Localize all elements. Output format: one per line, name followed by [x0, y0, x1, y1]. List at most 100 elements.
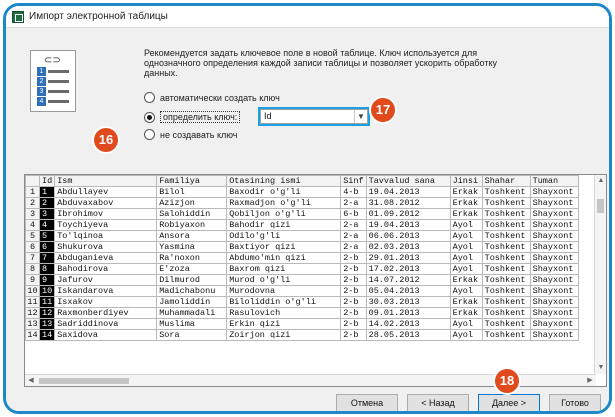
table-cell: To'lqinoa: [54, 230, 158, 242]
next-button[interactable]: Далее >: [478, 394, 540, 411]
radio-none[interactable]: [144, 129, 155, 140]
table-cell: 19.04.2013: [365, 219, 451, 231]
row-number-cell: 13: [25, 318, 40, 330]
table-cell: Ayol: [449, 318, 483, 330]
option-define[interactable]: определить ключ:: [144, 111, 241, 123]
table-cell: Toshkent: [481, 274, 531, 286]
table-cell: 2-b: [340, 263, 367, 275]
cancel-button[interactable]: Отмена: [336, 394, 398, 411]
column-header[interactable]: Sinf: [340, 175, 367, 187]
id-cell: 13: [38, 318, 56, 330]
table-cell: Toshkent: [481, 285, 531, 297]
column-header[interactable]: Jinsi: [449, 175, 483, 187]
icon-row: 4: [37, 97, 71, 106]
row-number-cell: 12: [25, 307, 40, 319]
key-table-illustration-icon: ⊂⊃ 1234: [30, 50, 76, 112]
vertical-scrollbar[interactable]: ▲ ▼: [594, 175, 606, 374]
row-number-cell: 6: [25, 241, 40, 253]
table-cell: 19.04.2013: [365, 186, 451, 198]
key-icon: ⊂⊃: [44, 55, 61, 66]
table-cell: Muhammadali: [156, 307, 228, 319]
table-cell: Ansora: [156, 230, 228, 242]
option-auto[interactable]: автоматически создать ключ: [144, 92, 280, 103]
icon-row-bar: [48, 90, 69, 93]
option-none[interactable]: не создавать ключ: [144, 129, 238, 140]
table-cell: Toshkent: [481, 252, 531, 264]
scroll-down-icon[interactable]: ▼: [595, 362, 606, 374]
row-number-cell: 7: [25, 252, 40, 264]
table-cell: Ayol: [449, 285, 483, 297]
column-header[interactable]: Tavvalud sana: [365, 175, 451, 187]
key-field-value: Id: [264, 111, 272, 121]
callout-badge-18: 18: [495, 369, 519, 393]
table-cell: Baxtiyor qizi: [226, 241, 342, 253]
table-cell: Shayxont: [529, 285, 579, 297]
table-cell: 2-b: [340, 252, 367, 264]
table-cell: Erkak: [449, 307, 483, 319]
table-cell: Toshkent: [481, 186, 531, 198]
table-row: 2 2 Abduvaxabov Azizjon Raxmadjon o'g'li 2-a 3…: [25, 197, 579, 209]
table-cell: Biloliddin o'g'li: [226, 296, 342, 308]
vertical-scroll-thumb[interactable]: [597, 199, 604, 213]
table-cell: 2-a: [340, 219, 367, 231]
table-cell: Erkak: [449, 208, 483, 220]
table-row: 10 10 Iskandarova Madichabonu Murodovna 2-b 05…: [25, 285, 579, 297]
scroll-up-icon[interactable]: ▲: [595, 175, 606, 187]
table-cell: 2-b: [340, 296, 367, 308]
table-cell: Ayol: [449, 241, 483, 253]
callout-badge-16: 16: [94, 128, 118, 152]
table-cell: Baxodir o'g'li: [226, 186, 342, 198]
table-cell: Ayol: [449, 263, 483, 275]
icon-row-number: 1: [37, 67, 46, 76]
option-none-label: не создавать ключ: [160, 129, 238, 140]
access-table-icon: [12, 10, 24, 23]
column-header[interactable]: Otasining ismi: [226, 175, 342, 187]
finish-button[interactable]: Готово: [549, 394, 601, 411]
table-cell: Bahodirova: [54, 263, 158, 275]
table-cell: Baxrom qizi: [226, 263, 342, 275]
table-header-row: Id Ism Familiya Otasining ismi Sinf Tavvalud …: [25, 175, 579, 187]
table-cell: 14.02.2013: [365, 318, 451, 330]
table-cell: Shayxont: [529, 241, 579, 253]
table-cell: Zoirjon qizi: [226, 329, 342, 341]
table-cell: 2-b: [340, 318, 367, 330]
radio-auto[interactable]: [144, 92, 155, 103]
row-number-cell: 5: [25, 230, 40, 242]
id-cell: 11: [38, 296, 56, 308]
table-cell: Madichabonu: [156, 285, 228, 297]
table-cell: Robiyaxon: [156, 219, 228, 231]
table-cell: 2-a: [340, 241, 367, 253]
column-header[interactable]: Shahar: [481, 175, 531, 187]
table-cell: Toshkent: [481, 296, 531, 308]
key-field-select[interactable]: Id ▼: [260, 109, 368, 124]
column-header[interactable]: Ism: [54, 175, 158, 187]
table-cell: Murod o'g'li: [226, 274, 342, 286]
outer-frame: Импорт электронной таблицы ⊂⊃ 1234 Реком…: [3, 3, 612, 414]
data-preview-grid[interactable]: Id Ism Familiya Otasining ismi Sinf Tavvalud …: [24, 174, 607, 387]
table-cell: Raxmadjon o'g'li: [226, 197, 342, 209]
horizontal-scroll-thumb[interactable]: [39, 378, 129, 384]
back-button[interactable]: < Назад: [407, 394, 469, 411]
table-cell: Toshkent: [481, 208, 531, 220]
table-cell: Erkak: [449, 186, 483, 198]
chevron-down-icon[interactable]: ▼: [354, 110, 367, 123]
table-cell: Isxakov: [54, 296, 158, 308]
icon-row: 2: [37, 77, 71, 86]
radio-define[interactable]: [144, 111, 155, 123]
table-cell: Shukurova: [54, 241, 158, 253]
column-header[interactable]: Id: [38, 175, 56, 187]
table-row: 7 7 Abduganieva Ra'noxon Abdumo'min qizi 2-b 2…: [25, 252, 579, 264]
scroll-right-icon[interactable]: ▶: [584, 375, 596, 386]
table-cell: 2-b: [340, 274, 367, 286]
table-cell: Sora: [156, 329, 228, 341]
table-cell: Shayxont: [529, 263, 579, 275]
id-cell: 10: [38, 285, 56, 297]
table-cell: Ayol: [449, 230, 483, 242]
column-header[interactable]: Tuman: [529, 175, 579, 187]
table-cell: Erkak: [449, 296, 483, 308]
table-cell: 6-b: [340, 208, 367, 220]
table-row: 14 14 Saxidova Sora Zoirjon qizi 2-b 28.05.201…: [25, 329, 579, 341]
import-dialog: Импорт электронной таблицы ⊂⊃ 1234 Реком…: [6, 6, 609, 411]
scroll-left-icon[interactable]: ◀: [25, 375, 37, 386]
column-header[interactable]: Familiya: [156, 175, 228, 187]
